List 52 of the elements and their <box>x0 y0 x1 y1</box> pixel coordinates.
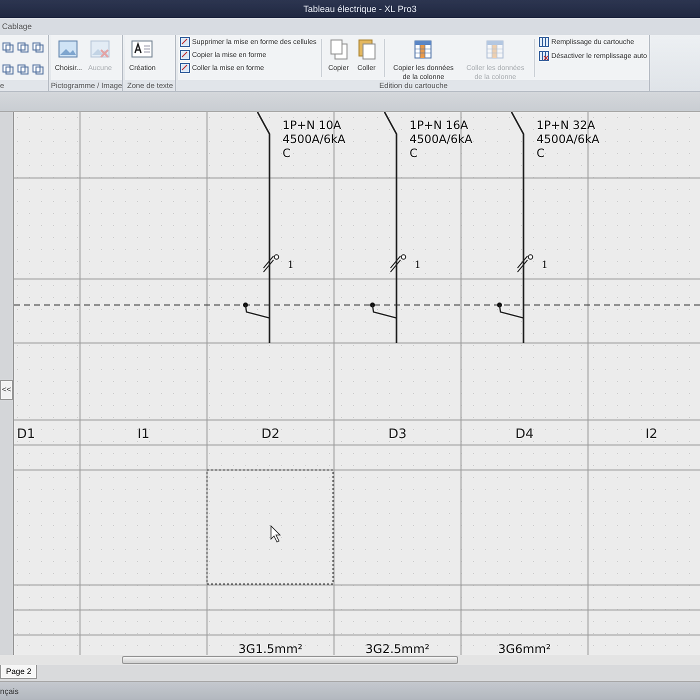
circuit-rating: 1P+N 32A <box>536 118 596 132</box>
format-icon <box>180 50 190 60</box>
contact-drawing <box>370 302 397 319</box>
layout-icon[interactable] <box>17 41 29 53</box>
column-label: D3 <box>388 427 407 442</box>
layout-icon[interactable] <box>2 41 14 53</box>
conductor-mark-icon <box>263 254 280 272</box>
conductor-mark-icon <box>390 254 406 272</box>
conductor-count: 1 <box>414 260 421 271</box>
column-label: I2 <box>645 427 658 442</box>
circuit-rating: 1P+N 16A <box>410 118 468 132</box>
column-label: I1 <box>137 427 150 442</box>
layout-icon[interactable] <box>2 63 14 75</box>
curve-type: C <box>536 146 545 160</box>
ribbon-tab[interactable]: Cablage <box>0 22 32 31</box>
scrollbar-thumb[interactable] <box>122 656 458 664</box>
language-status: nçais <box>0 686 19 696</box>
breaking-capacity: 4500A/6kA <box>410 132 472 146</box>
cable-size: 3G2.5mm² <box>365 642 430 655</box>
conductor-count: 1 <box>542 260 548 271</box>
layout-icon[interactable] <box>32 63 44 75</box>
circuit-rating: 1P+N 10A <box>282 118 342 132</box>
cable-size: 3G6mm² <box>498 642 551 655</box>
contact-drawing <box>243 302 270 319</box>
layout-icon[interactable] <box>32 41 44 53</box>
column-label: D4 <box>515 427 534 442</box>
cable-size: 3G1.5mm² <box>238 642 303 655</box>
contact-drawing <box>497 302 524 319</box>
curve-type: C <box>282 146 291 160</box>
panel-toggle-button[interactable]: << <box>0 380 13 400</box>
curve-type: C <box>410 146 418 160</box>
grid-icon <box>539 51 550 61</box>
copy-icon <box>328 38 350 60</box>
table-icon <box>484 38 506 60</box>
text-box-icon <box>131 38 154 60</box>
picture-icon <box>57 38 80 60</box>
table-icon <box>412 38 434 60</box>
column-label: D2 <box>261 427 280 442</box>
page-tab[interactable]: Page 2 <box>0 665 38 679</box>
conductor-mark-icon <box>517 254 534 272</box>
grid-icon <box>539 37 550 47</box>
column-label: D1 <box>16 427 36 442</box>
format-icon <box>180 37 190 47</box>
window-title: Tableau électrique - XL Pro3 <box>303 4 417 14</box>
format-icon <box>180 63 190 73</box>
breaking-capacity: 4500A/6kA <box>536 132 600 146</box>
conductor-count: 1 <box>288 260 294 271</box>
paste-icon <box>356 38 378 60</box>
layout-icon[interactable] <box>17 63 29 75</box>
cursor-icon <box>270 525 281 543</box>
breaking-capacity: 4500A/6kA <box>282 132 346 146</box>
picture-delete-icon <box>88 38 111 60</box>
